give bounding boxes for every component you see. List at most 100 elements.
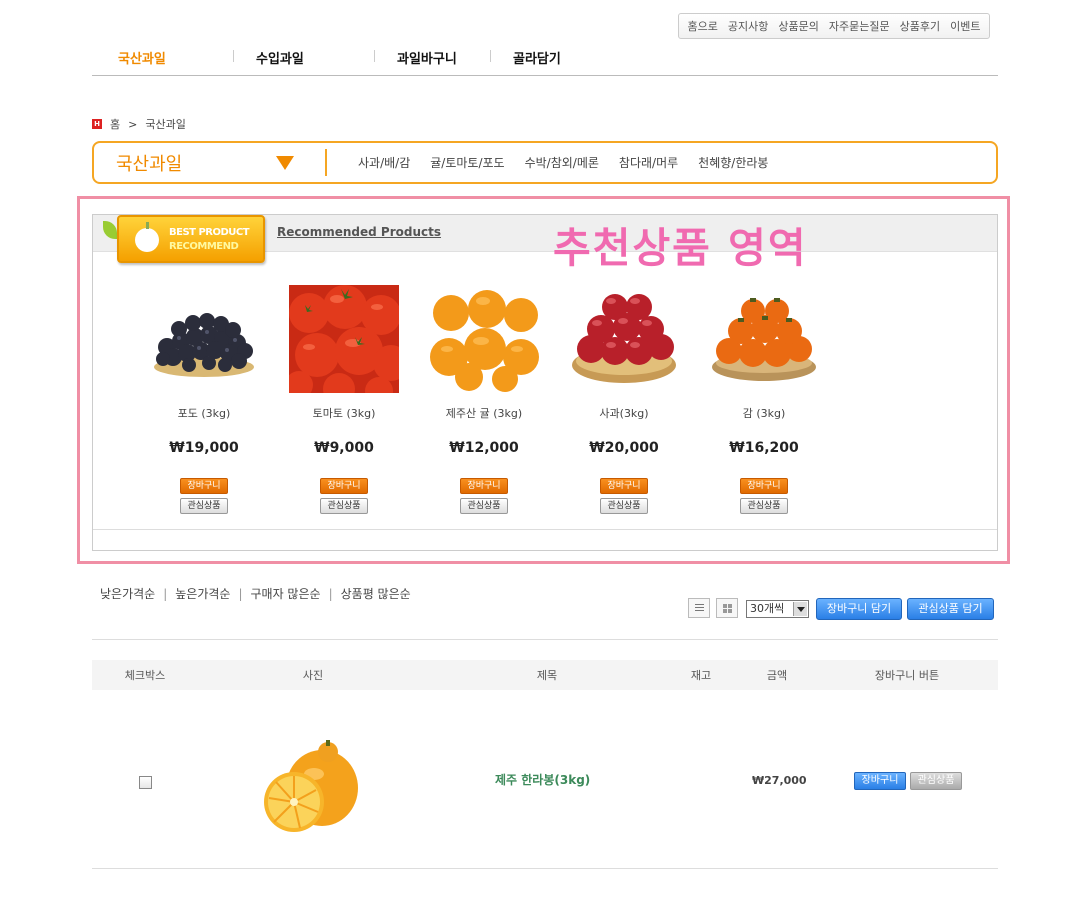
chevron-down-icon[interactable] [793, 602, 807, 616]
category-sub-item[interactable]: 사과/배/감 [358, 154, 410, 171]
util-link-review[interactable]: 상품후기 [900, 18, 940, 34]
product-price: ₩19,000 [169, 440, 239, 456]
category-sub-list: 사과/배/감 귤/토마토/포도 수박/참외/메론 참다래/머루 천혜향/한라봉 [358, 154, 768, 171]
add-selected-to-wishlist-button[interactable]: 관심상품 담기 [907, 598, 994, 620]
main-nav: 국산과일 수입과일 과일바구니 골라담기 [92, 44, 998, 76]
nav-divider [374, 50, 375, 62]
header-checkbox: 체크박스 [124, 669, 166, 682]
grid-view-button[interactable] [716, 598, 738, 618]
product-card: 사과(3kg) ₩20,000 장바구니 관심상품 [569, 285, 679, 514]
add-to-wishlist-button[interactable]: 관심상품 [180, 498, 228, 514]
header-photo: 사진 [302, 669, 324, 682]
utility-nav: 홈으로 공지사항 상품문의 자주묻는질문 상품후기 이벤트 [678, 13, 990, 39]
sort-divider: | [238, 586, 243, 601]
product-name[interactable]: 포도 (3kg) [149, 405, 259, 421]
persimmon-image[interactable] [709, 285, 819, 393]
category-sub-item[interactable]: 수박/참외/메론 [525, 154, 599, 171]
row-add-to-cart-button[interactable]: 장바구니 [854, 772, 906, 790]
badge-line-1: BEST PRODUCT [169, 227, 250, 238]
add-to-wishlist-button[interactable]: 관심상품 [320, 498, 368, 514]
per-page-select[interactable]: 30개씩 [746, 600, 809, 618]
row-product-title[interactable]: 제주 한라봉(3kg) [495, 771, 590, 788]
row-price: ₩27,000 [752, 774, 807, 787]
category-current: 국산과일 [116, 154, 183, 175]
divider [92, 868, 998, 869]
grid-view-icon [723, 604, 732, 613]
product-card: 제주산 귤 (3kg) ₩12,000 장바구니 관심상품 [429, 285, 539, 514]
util-link-inquiry[interactable]: 상품문의 [778, 18, 818, 34]
product-card: 포도 (3kg) ₩19,000 장바구니 관심상품 [149, 285, 259, 514]
row-add-to-wishlist-button[interactable]: 관심상품 [910, 772, 962, 790]
breadcrumb-current: 국산과일 [145, 118, 186, 131]
sort-options: 낮은가격순 | 높은가격순 | 구매자 많은순 | 상품평 많은순 [100, 585, 411, 602]
tangerine-image[interactable] [429, 285, 539, 393]
product-card: 감 (3kg) ₩16,200 장바구니 관심상품 [709, 285, 819, 514]
nav-divider [233, 50, 234, 62]
product-name[interactable]: 감 (3kg) [709, 405, 819, 421]
product-price: ₩9,000 [314, 440, 374, 456]
nav-imported-fruit[interactable]: 수입과일 [256, 48, 304, 67]
sort-most-buyers[interactable]: 구매자 많은순 [251, 585, 321, 602]
product-price: ₩12,000 [449, 440, 519, 456]
util-link-home[interactable]: 홈으로 [688, 18, 718, 34]
home-icon: H [92, 119, 102, 129]
nav-pick-and-choose[interactable]: 골라담기 [513, 48, 561, 67]
table-row: 제주 한라봉(3kg) ₩27,000 장바구니 관심상품 [92, 690, 998, 868]
category-bar: 국산과일 사과/배/감 귤/토마토/포도 수박/참외/메론 참다래/머루 천혜향… [92, 141, 998, 184]
sort-divider: | [328, 586, 333, 601]
add-to-wishlist-button[interactable]: 관심상품 [460, 498, 508, 514]
add-to-cart-button[interactable]: 장바구니 [740, 478, 788, 494]
list-view-icon [695, 604, 704, 613]
per-page-value: 30개씩 [750, 602, 785, 615]
recommended-title[interactable]: Recommended Products [277, 225, 441, 239]
header-cart-button: 장바구니 버튼 [874, 669, 940, 682]
header-stock: 재고 [690, 669, 712, 682]
nav-divider [490, 50, 491, 62]
product-price: ₩20,000 [589, 440, 659, 456]
add-to-cart-button[interactable]: 장바구니 [320, 478, 368, 494]
product-price: ₩16,200 [729, 440, 799, 456]
sort-high-price[interactable]: 높은가격순 [175, 585, 230, 602]
product-name[interactable]: 토마토 (3kg) [289, 405, 399, 421]
product-table-header: 체크박스 사진 제목 재고 금액 장바구니 버튼 [92, 660, 998, 690]
chevron-right-icon: > [128, 117, 138, 131]
grapes-image[interactable] [149, 285, 259, 393]
product-name[interactable]: 제주산 귤 (3kg) [429, 405, 539, 421]
category-divider [325, 149, 327, 176]
nav-domestic-fruit[interactable]: 국산과일 [118, 48, 166, 67]
list-view-button[interactable] [688, 598, 710, 618]
apple-icon [135, 222, 159, 252]
add-to-wishlist-button[interactable]: 관심상품 [600, 498, 648, 514]
tomato-image[interactable] [285, 285, 409, 405]
add-selected-to-cart-button[interactable]: 장바구니 담기 [816, 598, 902, 620]
header-price: 금액 [766, 669, 788, 682]
util-link-notice[interactable]: 공지사항 [728, 18, 768, 34]
category-sub-item[interactable]: 천혜향/한라봉 [698, 154, 768, 171]
add-to-cart-button[interactable]: 장바구니 [600, 478, 648, 494]
category-sub-item[interactable]: 귤/토마토/포도 [430, 154, 504, 171]
breadcrumb-home[interactable]: 홈 [110, 116, 120, 132]
apple-image[interactable] [569, 285, 679, 393]
util-link-faq[interactable]: 자주묻는질문 [829, 18, 890, 34]
row-checkbox[interactable] [139, 776, 152, 789]
hallabong-image[interactable] [260, 740, 364, 836]
recommended-section: BEST PRODUCT RECOMMEND Recommended Produ… [92, 214, 998, 551]
product-card: 토마토 (3kg) ₩9,000 장바구니 관심상품 [285, 285, 409, 514]
header-title: 제목 [536, 669, 558, 682]
add-to-cart-button[interactable]: 장바구니 [460, 478, 508, 494]
add-to-wishlist-button[interactable]: 관심상품 [740, 498, 788, 514]
sort-low-price[interactable]: 낮은가격순 [100, 585, 155, 602]
recommended-footer-line [93, 529, 997, 530]
sort-divider: | [163, 586, 168, 601]
best-product-badge: BEST PRODUCT RECOMMEND [117, 215, 265, 263]
divider [92, 639, 998, 640]
product-name[interactable]: 사과(3kg) [569, 405, 679, 421]
recommended-area-label: 추천상품 영역 [553, 224, 808, 272]
triangle-down-icon[interactable] [276, 156, 294, 170]
category-sub-item[interactable]: 참다래/머루 [619, 154, 678, 171]
add-to-cart-button[interactable]: 장바구니 [180, 478, 228, 494]
sort-most-reviews[interactable]: 상품평 많은순 [341, 585, 411, 602]
util-link-event[interactable]: 이벤트 [950, 18, 980, 34]
recommended-product-list: 포도 (3kg) ₩19,000 장바구니 관심상품 토마토 (3kg) ₩9,… [149, 285, 849, 525]
nav-fruit-basket[interactable]: 과일바구니 [397, 48, 457, 67]
